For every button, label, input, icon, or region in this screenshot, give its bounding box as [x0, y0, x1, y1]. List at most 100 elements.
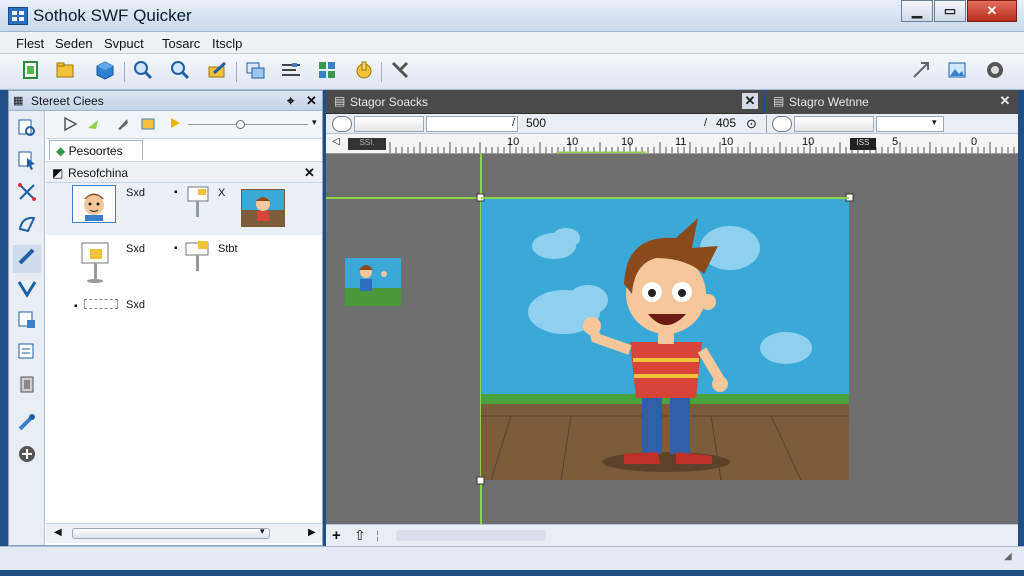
ruler-tag: ISS: [850, 138, 876, 150]
window-title: Sothok SWF Quicker: [33, 6, 192, 25]
resize-grip-icon[interactable]: ◢: [1004, 551, 1012, 562]
stack-icon[interactable]: [13, 373, 41, 401]
layers-icon[interactable]: [242, 59, 268, 85]
scroll-thumb[interactable]: [72, 528, 270, 539]
maximize-button[interactable]: ▭: [934, 0, 966, 22]
mini-character-thumb[interactable]: [345, 258, 401, 306]
pencil-icon[interactable]: [13, 245, 41, 273]
search-icon[interactable]: [167, 59, 193, 85]
left-panel-close-button[interactable]: ✕: [306, 93, 317, 109]
list-item[interactable]: [184, 185, 212, 221]
resource-panel-title: Resofchina: [68, 166, 129, 180]
horizontal-scrollbar[interactable]: ◀ ▾ ▶: [46, 523, 322, 543]
lasso-icon[interactable]: [13, 213, 41, 241]
list-item[interactable]: [72, 185, 116, 223]
resource-panel-close-button[interactable]: ✕: [304, 165, 315, 181]
web-slider[interactable]: [794, 116, 874, 132]
ruler-label: 10: [507, 136, 520, 148]
stage-field-blank[interactable]: [426, 116, 518, 132]
add-circle-icon[interactable]: [13, 443, 41, 471]
refresh-icon[interactable]: ⊙: [746, 116, 757, 132]
web-close-button[interactable]: ✕: [997, 93, 1013, 109]
align-icon[interactable]: [278, 59, 304, 85]
character-thumb-icon: [242, 190, 284, 226]
list-item[interactable]: [184, 239, 212, 275]
scene-frame[interactable]: [481, 198, 849, 481]
paint-icon[interactable]: [114, 116, 130, 135]
play-frame-icon[interactable]: [168, 116, 182, 133]
menu-tools[interactable]: Tosarc: [162, 36, 200, 51]
separator-icon: ¦: [376, 528, 380, 542]
select-icon[interactable]: [13, 117, 41, 145]
menu-file[interactable]: Flest: [16, 36, 44, 51]
cube-icon[interactable]: [92, 59, 118, 85]
grid-icon[interactable]: [314, 59, 340, 85]
list-item[interactable]: [241, 189, 285, 227]
stage-slider[interactable]: [354, 116, 424, 132]
web-panel-header: ▤ Stagro Wetnne ✕: [765, 90, 1018, 114]
chevron-down-icon[interactable]: ▾: [932, 117, 937, 128]
status-bar: ◢: [0, 546, 1024, 570]
stage-canvas[interactable]: [326, 154, 1018, 524]
expand-icon[interactable]: [908, 59, 934, 85]
toggle-icon[interactable]: [772, 116, 792, 132]
list-item[interactable]: [78, 241, 114, 285]
cursor-icon[interactable]: [13, 149, 41, 177]
toggle-icon[interactable]: [332, 116, 352, 132]
tools-icon[interactable]: [387, 59, 413, 85]
item-label: Stbt: [218, 243, 238, 255]
width-field[interactable]: 500: [522, 116, 716, 132]
pen-icon[interactable]: [13, 277, 41, 305]
add-layer-button[interactable]: +: [332, 527, 341, 544]
stage-scene: [326, 154, 854, 524]
ruler-tag: SSI.: [348, 138, 386, 150]
zoom-icon[interactable]: [130, 59, 156, 85]
forward-icon[interactable]: [86, 116, 102, 135]
up-layer-button[interactable]: ⇧: [354, 527, 366, 544]
play-icon[interactable]: [62, 116, 78, 135]
flag-icon: [185, 241, 209, 271]
height-field[interactable]: 405: [712, 116, 742, 132]
chevron-down-icon: ▾: [260, 526, 265, 536]
frame-icon[interactable]: [13, 309, 41, 337]
open-folder-icon[interactable]: [52, 59, 78, 85]
new-doc-icon[interactable]: [18, 59, 44, 85]
transform-icon[interactable]: [13, 181, 41, 209]
eyedropper-icon[interactable]: [13, 411, 41, 439]
close-button[interactable]: ✕: [967, 0, 1017, 22]
text-frame-icon[interactable]: [13, 341, 41, 369]
ruler-label: 0: [971, 136, 978, 148]
menu-bar: Flest Seden Svpuct Tosarc Itsclp: [0, 32, 1024, 54]
canvas-bottom-bar: + ⇧ ¦: [326, 524, 1018, 546]
menu-help[interactable]: Itsclp: [212, 36, 242, 51]
scroll-left-button[interactable]: ◀: [54, 527, 62, 538]
pin-icon[interactable]: ⌖: [287, 93, 294, 109]
timeline-handle[interactable]: [236, 120, 245, 129]
left-dock: ▦ Stereet Ciees ⌖ ✕ ▾ ◆ Pesoortes ◩ Reso…: [8, 90, 323, 546]
hand-icon[interactable]: [351, 59, 377, 85]
globe-icon[interactable]: [982, 59, 1008, 85]
list-item[interactable]: [84, 299, 118, 309]
item-label: Sxd: [126, 187, 145, 199]
left-panel-title: Stereet Ciees: [31, 94, 104, 108]
chevron-down-icon[interactable]: ▾: [312, 117, 317, 128]
resource-panel-header: ◩ Resofchina ✕: [46, 161, 322, 183]
pencil-folder-icon[interactable]: [204, 59, 230, 85]
minimize-button[interactable]: ▁: [901, 0, 933, 22]
toolbar-separator: [236, 62, 237, 82]
stand-icon: [81, 242, 109, 283]
image-icon[interactable]: [944, 59, 970, 85]
tab-resources[interactable]: ◆ Pesoortes: [49, 140, 143, 160]
timeline-track[interactable]: [188, 124, 308, 125]
ruler-arrow-icon: ◁: [332, 136, 340, 147]
stage-options-bar: / 500 / 405 ⊙ ▾: [326, 114, 1018, 134]
resources-tab-icon: ◆: [56, 144, 66, 158]
menu-insert[interactable]: Svpuct: [104, 36, 144, 51]
menu-edit[interactable]: Seden: [55, 36, 93, 51]
item-label: X: [218, 187, 226, 199]
filmstrip-icon[interactable]: [140, 116, 156, 135]
stage-panel-header: ▤ Stagor Soacks ✕: [326, 90, 764, 114]
scroll-right-button[interactable]: ▶: [308, 527, 316, 538]
layer-scroll[interactable]: [396, 530, 546, 541]
stage-close-button[interactable]: ✕: [742, 93, 758, 109]
